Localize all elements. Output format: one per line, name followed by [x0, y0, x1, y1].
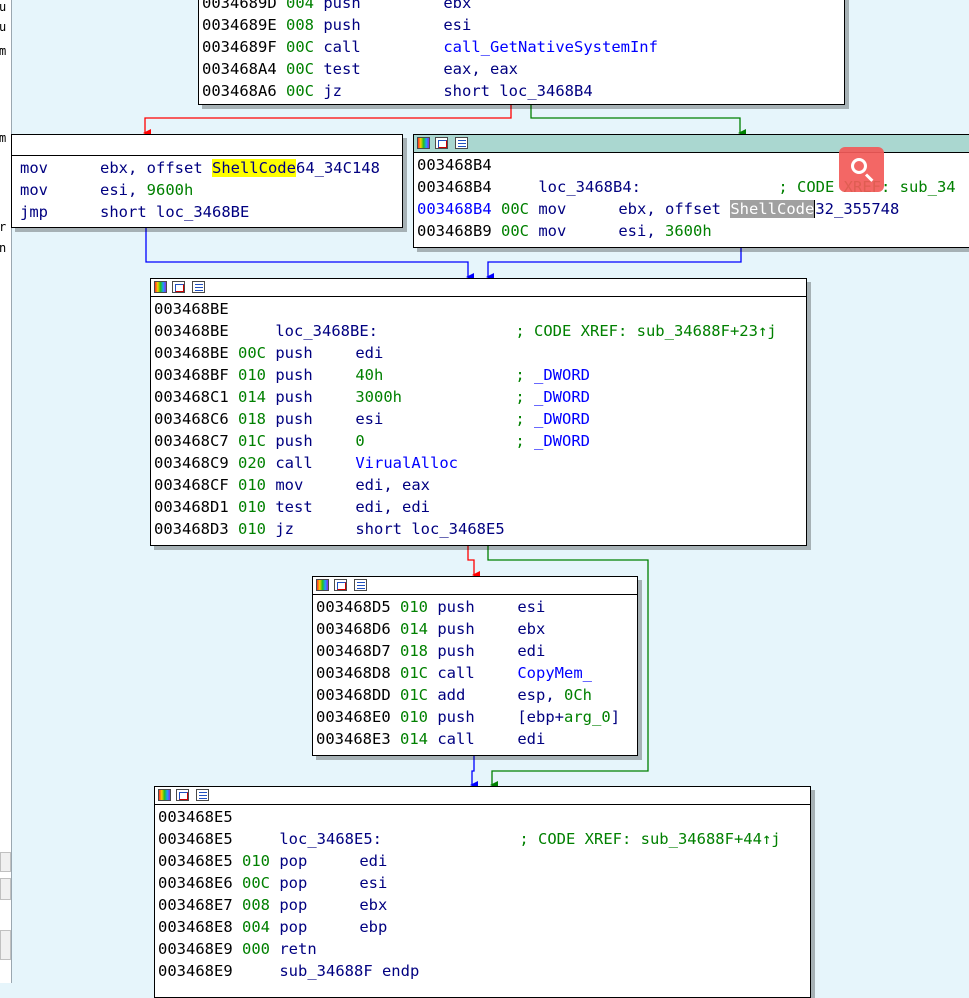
edge-fall-right — [486, 248, 742, 281]
asm-line[interactable]: 003468E7 008 pop ebx — [158, 894, 807, 916]
highlighted-symbol[interactable]: ShellCode — [211, 159, 296, 177]
asm-line[interactable]: 003468BE 00C push edi — [154, 342, 803, 364]
block-header — [155, 787, 810, 805]
asm-line[interactable]: 003468B9 00C mov esi, 3600h — [417, 220, 969, 242]
text-view-icon[interactable] — [196, 789, 209, 801]
asm-line[interactable]: 003468E0 010 push [ebp+arg_0] — [316, 706, 634, 728]
asm-line[interactable]: 003468D5 010 push esi — [316, 596, 634, 618]
selected-symbol[interactable]: ShellCode — [730, 200, 815, 218]
code-block-shellcode32[interactable]: 003468B4 003468B4 loc_3468B4:; CODE XREF… — [413, 134, 969, 248]
text-view-icon[interactable] — [455, 137, 468, 149]
asm-line[interactable]: 003468CF 010 mov edi, eax — [154, 474, 803, 496]
asm-label-line[interactable]: 003468B4 loc_3468B4:; CODE XREF: sub_34 — [417, 176, 969, 198]
asm-line[interactable]: 003468D7 018 push edi — [316, 640, 634, 662]
asm-line[interactable]: 003468D6 014 push ebx — [316, 618, 634, 640]
asm-line[interactable]: 003468A4 00C test eax, eax — [202, 58, 841, 80]
asm-line[interactable]: 003468E5 010 pop edi — [158, 850, 807, 872]
code-block-copymem[interactable]: 003468D5 010 push esi 003468D6 014 push eb… — [312, 576, 638, 756]
graph-view-icon[interactable] — [334, 579, 347, 591]
asm-line[interactable]: 003468BE — [154, 298, 803, 320]
asm-line[interactable]: 003468E3 014 call edi — [316, 728, 634, 750]
asm-line[interactable]: 003468DD 01C add esp, 0Ch — [316, 684, 634, 706]
code-block-top[interactable]: 0034689D 004 push ebx 0034689E 008 push es… — [198, 0, 845, 105]
code-block-virtualalloc[interactable]: 003468BE 003468BE loc_3468BE:; CODE XREF… — [150, 278, 807, 546]
asm-line[interactable]: 003468B4 — [417, 154, 969, 176]
edge-true-top — [530, 103, 746, 137]
block-header — [313, 577, 637, 595]
text-view-icon[interactable] — [192, 281, 205, 293]
graph-view-icon[interactable] — [172, 281, 185, 293]
asm-line[interactable]: 003468A6 00C jz short loc_3468B4 — [202, 80, 841, 102]
text-view-icon[interactable] — [354, 579, 367, 591]
asm-line[interactable]: 003468C6 018 push esi; _DWORD — [154, 408, 803, 430]
color-palette-icon[interactable] — [154, 281, 167, 293]
edge-false-alloc — [467, 546, 480, 579]
asm-line[interactable]: 003468C1 014 push 3000h; _DWORD — [154, 386, 803, 408]
block-header — [414, 135, 969, 153]
graph-view-icon[interactable] — [435, 137, 448, 149]
asm-line[interactable]: 003468D8 01C call CopyMem_ — [316, 662, 634, 684]
asm-line[interactable]: 0034689F 00C call call_GetNativeSystemInf — [202, 36, 841, 58]
graph-view-icon[interactable] — [176, 789, 189, 801]
asm-line[interactable]: 003468E6 00C pop esi — [158, 872, 807, 894]
edge-false-top — [143, 103, 512, 137]
asm-line[interactable]: 003468D3 010 jz short loc_3468E5 — [154, 518, 803, 540]
code-xref-comment: ; CODE XREF: sub_34688F+44↑j — [519, 830, 781, 848]
asm-line[interactable]: 0034689D 004 push ebx — [202, 0, 841, 14]
asm-line[interactable]: 003468E8 004 pop ebp — [158, 916, 807, 938]
asm-label-line[interactable]: 003468E5 loc_3468E5:; CODE XREF: sub_346… — [158, 828, 807, 850]
asm-line[interactable]: 003468B4 00C mov ebx, offset ShellCode32_… — [417, 198, 969, 220]
color-palette-icon[interactable] — [316, 579, 329, 591]
asm-line[interactable]: 003468C9 020 call VirualAlloc — [154, 452, 803, 474]
color-palette-icon[interactable] — [158, 789, 171, 801]
asm-line[interactable]: 003468BF 010 push 40h; _DWORD — [154, 364, 803, 386]
asm-line[interactable]: mov esi, 9600h — [20, 179, 399, 201]
asm-line[interactable]: 003468C7 01C push 0; _DWORD — [154, 430, 803, 452]
code-xref-comment: ; CODE XREF: sub_34688F+23↑j — [515, 322, 777, 340]
asm-line[interactable]: 0034689E 008 push esi — [202, 14, 841, 36]
asm-line[interactable]: 003468E5 — [158, 806, 807, 828]
asm-line[interactable]: 003468E9 sub_34688F endp — [158, 960, 807, 982]
edge-fall-copy — [470, 756, 478, 789]
color-palette-icon[interactable] — [417, 137, 430, 149]
asm-label-line[interactable]: 003468BE loc_3468BE:; CODE XREF: sub_346… — [154, 320, 803, 342]
asm-line[interactable]: 003468E9 000 retn — [158, 938, 807, 960]
asm-line[interactable]: 003468D1 010 test edi, edi — [154, 496, 803, 518]
code-block-shellcode64[interactable]: mov ebx, offset ShellCode64_34C148 mov esi… — [11, 134, 403, 228]
search-icon — [851, 158, 867, 174]
block-header — [151, 279, 806, 297]
search-button[interactable] — [839, 147, 884, 192]
asm-line[interactable]: jmp short loc_3468BE — [20, 201, 399, 223]
asm-line[interactable]: mov ebx, offset ShellCode64_34C148 — [20, 157, 399, 179]
code-block-epilogue[interactable]: 003468E5 003468E5 loc_3468E5:; CODE XREF… — [154, 786, 811, 998]
